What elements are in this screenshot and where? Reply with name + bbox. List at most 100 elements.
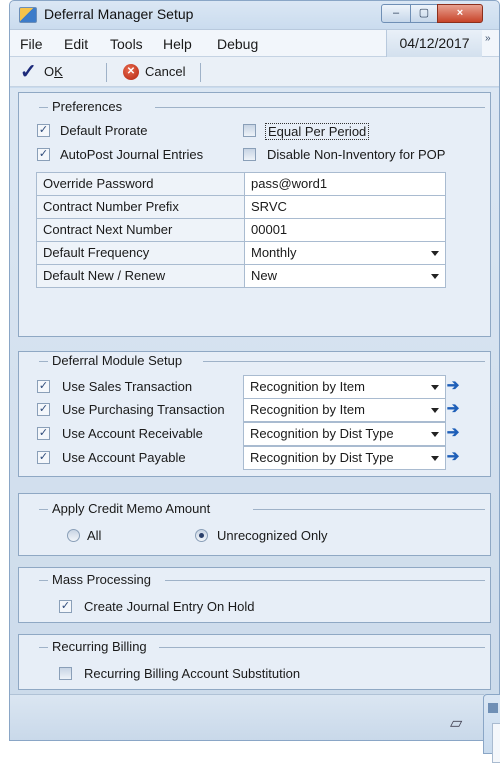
close-button[interactable]: × [437,4,483,23]
group-line [159,647,485,648]
group-line [39,509,48,510]
recurring-billing-title: Recurring Billing [48,639,151,654]
disable-noninventory-label: Disable Non-Inventory for POP [267,147,446,162]
use-account-receivable-checkbox[interactable]: ✓ [37,427,50,440]
equal-per-period-checkbox[interactable] [243,124,256,137]
payable-recognition-dropdown[interactable]: Recognition by Dist Type [243,446,446,470]
purchasing-recognition-value: Recognition by Item [250,402,365,417]
cancel-x-icon[interactable]: ✕ [123,64,139,80]
chevron-down-icon[interactable] [431,251,439,256]
group-line [253,509,485,510]
contract-number-prefix-label: Contract Number Prefix [36,195,245,219]
maximize-button[interactable]: ▢ [410,4,438,23]
form-content: Preferences ✓ Default Prorate Equal Per … [10,88,499,740]
use-purchasing-transaction-label: Use Purchasing Transaction [62,402,225,417]
override-password-label: Override Password [36,172,245,196]
purchasing-expansion-arrow-icon[interactable]: ➔ [446,399,460,419]
credit-memo-unrecognized-label: Unrecognized Only [217,528,328,543]
mass-processing-panel: Mass Processing ✓ Create Journal Entry O… [18,567,491,623]
background-window-content [492,723,500,763]
use-account-payable-checkbox[interactable]: ✓ [37,451,50,464]
deferral-module-panel: Deferral Module Setup ✓ Use Sales Transa… [18,351,491,477]
group-line [39,647,48,648]
chevron-down-icon[interactable] [431,432,439,437]
group-line [155,107,485,108]
toolbar-separator [106,63,107,82]
deferral-module-title: Deferral Module Setup [48,353,187,368]
credit-memo-unrecognized-radio[interactable] [195,529,208,542]
preferences-panel: Preferences ✓ Default Prorate Equal Per … [18,92,491,337]
default-frequency-dropdown[interactable]: Monthly [244,241,446,265]
recurring-billing-substitution-checkbox[interactable] [59,667,72,680]
group-line [39,580,48,581]
menu-tools[interactable]: Tools [110,36,143,52]
user-date[interactable]: 04/12/2017 [386,30,482,57]
receivable-recognition-dropdown[interactable]: Recognition by Dist Type [243,422,446,446]
disable-noninventory-checkbox[interactable] [243,148,256,161]
use-account-receivable-label: Use Account Receivable [62,426,203,441]
autopost-label: AutoPost Journal Entries [60,147,204,162]
note-icon[interactable]: ▱ [450,713,462,733]
use-sales-transaction-label: Use Sales Transaction [62,379,193,394]
preferences-title: Preferences [48,99,127,114]
menu-help[interactable]: Help [163,36,192,52]
credit-memo-panel: Apply Credit Memo Amount All Unrecognize… [18,493,491,556]
background-window-edge [483,694,500,763]
chevron-down-icon[interactable] [431,274,439,279]
window-icon [488,703,498,713]
chevron-down-icon[interactable] [431,408,439,413]
credit-memo-title: Apply Credit Memo Amount [48,501,215,516]
chevron-down-icon[interactable] [431,456,439,461]
default-new-renew-label: Default New / Renew [36,264,245,288]
override-password-field[interactable]: pass@word1 [244,172,446,196]
create-journal-on-hold-label: Create Journal Entry On Hold [84,599,255,614]
mass-processing-title: Mass Processing [48,572,155,587]
group-line [165,580,485,581]
recurring-billing-panel: Recurring Billing Recurring Billing Acco… [18,634,491,690]
payable-recognition-value: Recognition by Dist Type [250,450,394,465]
default-prorate-checkbox[interactable]: ✓ [37,124,50,137]
autopost-checkbox[interactable]: ✓ [37,148,50,161]
sales-recognition-value: Recognition by Item [250,379,365,394]
group-line [39,107,48,108]
menu-file[interactable]: File [20,36,43,52]
group-line [39,361,48,362]
use-account-payable-label: Use Account Payable [62,450,186,465]
app-icon [19,7,37,23]
menu-overflow-chevron-icon[interactable]: » [485,33,491,44]
receivable-expansion-arrow-icon[interactable]: ➔ [446,423,460,443]
contract-next-number-field[interactable]: 00001 [244,218,446,242]
default-new-renew-dropdown[interactable]: New [244,264,446,288]
status-bar: ▱ [10,694,484,740]
receivable-recognition-value: Recognition by Dist Type [250,426,394,441]
ok-label-hotkey: K [54,64,63,79]
title-bar[interactable]: Deferral Manager Setup – ▢ × [10,1,499,29]
cancel-button[interactable]: Cancel [145,64,185,79]
purchasing-recognition-dropdown[interactable]: Recognition by Item [243,398,446,422]
credit-memo-all-radio[interactable] [67,529,80,542]
use-sales-transaction-checkbox[interactable]: ✓ [37,380,50,393]
menu-edit[interactable]: Edit [64,36,88,52]
minimize-button[interactable]: – [381,4,411,23]
contract-next-number-label: Contract Next Number [36,218,245,242]
credit-memo-all-label: All [87,528,102,543]
equal-per-period-label: Equal Per Period [265,123,370,140]
default-frequency-label: Default Frequency [36,241,245,265]
contract-number-prefix-field[interactable]: SRVC [244,195,446,219]
chevron-down-icon[interactable] [431,385,439,390]
default-frequency-value: Monthly [251,245,297,260]
ok-check-icon[interactable]: ✓ [20,59,37,84]
default-prorate-label: Default Prorate [60,123,148,138]
ok-label: O [44,64,55,79]
menu-debug[interactable]: Debug [217,36,258,52]
default-new-renew-value: New [251,268,278,283]
create-journal-on-hold-checkbox[interactable]: ✓ [59,600,72,613]
use-purchasing-transaction-checkbox[interactable]: ✓ [37,403,50,416]
toolbar: ✓ OK ✕ Cancel [10,57,499,87]
sales-recognition-dropdown[interactable]: Recognition by Item [243,375,446,399]
ok-button[interactable]: OK [44,64,63,79]
sales-expansion-arrow-icon[interactable]: ➔ [446,376,460,396]
payable-expansion-arrow-icon[interactable]: ➔ [446,447,460,467]
deferral-manager-setup-window: Deferral Manager Setup – ▢ × File Edit T… [9,0,500,741]
recurring-billing-substitution-label: Recurring Billing Account Substitution [84,666,301,681]
